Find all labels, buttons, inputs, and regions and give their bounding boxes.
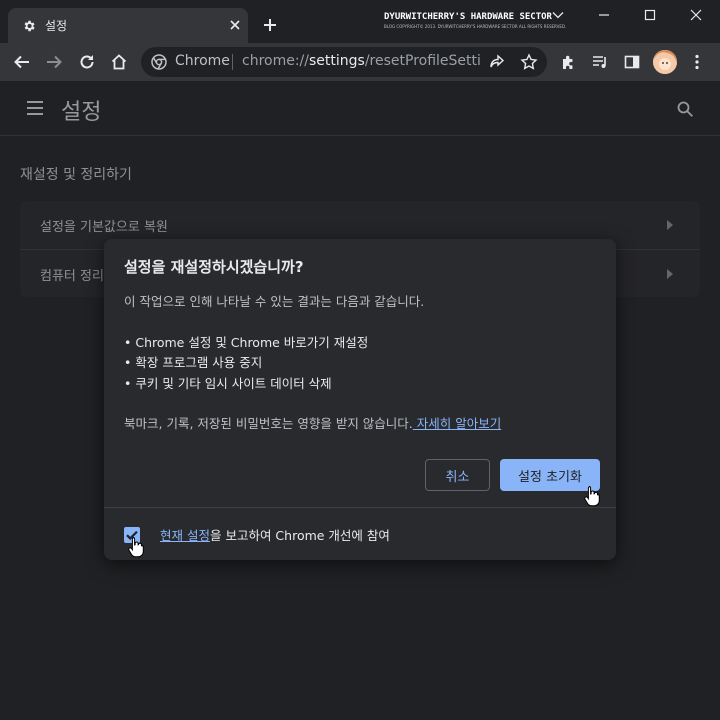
search-icon[interactable] <box>676 100 694 118</box>
bookmark-star-icon[interactable] <box>520 53 538 71</box>
dialog-title: 설정을 재설정하시겠습니까? <box>124 258 304 276</box>
extensions-puzzle-icon[interactable] <box>560 53 578 71</box>
watermark-copyright: BLOG COPYRIGHT© 2013. DYURWITCHERRY'S HA… <box>384 24 567 29</box>
close-window-icon[interactable] <box>689 8 703 22</box>
url-text[interactable]: chrome://settings/resetProfileSettin... <box>242 53 482 69</box>
dialog-bullet: • Chrome 설정 및 Chrome 바로가기 재설정 <box>124 335 369 350</box>
reload-icon[interactable] <box>78 53 96 71</box>
browser-toolbar: Chrome chrome://settings/resetProfileSet… <box>0 43 720 81</box>
chevron-right-icon <box>667 220 673 230</box>
dialog-intro: 이 작업으로 인해 나타날 수 있는 결과는 다음과 같습니다. <box>124 294 425 309</box>
media-controls-icon[interactable] <box>591 53 609 71</box>
tab-title: 설정 <box>45 19 68 33</box>
computer-cleanup-label: 컴퓨터 정리 <box>40 269 104 284</box>
current-settings-link[interactable]: 현재 설정 <box>160 528 210 543</box>
profile-avatar[interactable] <box>653 50 677 74</box>
cancel-button[interactable]: 취소 <box>425 459 490 491</box>
back-arrow-icon[interactable] <box>13 53 31 71</box>
new-tab-icon[interactable] <box>262 17 278 33</box>
url-scheme: chrome:// <box>242 53 309 69</box>
close-tab-icon[interactable] <box>228 18 242 32</box>
settings-title: 설정 <box>61 100 102 125</box>
url-host: settings <box>309 53 365 69</box>
note-text: 북마크, 기록, 저장된 비밀번호는 영향을 받지 않습니다. <box>124 416 413 431</box>
watermark: DYURWITCHERRY'S HARDWARE SECTOR BLOG COP… <box>384 12 567 29</box>
tab-search-chevron-down-icon[interactable] <box>551 8 565 22</box>
chrome-logo-icon <box>151 54 167 70</box>
settings-header: 설정 <box>0 81 720 136</box>
report-settings-label: 을 보고하여 Chrome 개선에 참여 <box>209 528 390 543</box>
dialog-note: 북마크, 기록, 저장된 비밀번호는 영향을 받지 않습니다. 자세히 알아보기 <box>124 413 501 432</box>
watermark-title: DYURWITCHERRY'S HARDWARE SECTOR <box>384 12 552 22</box>
share-icon[interactable] <box>488 53 506 71</box>
url-path: /resetProfileSettin... <box>364 53 482 69</box>
section-title: 재설정 및 정리하기 <box>20 167 132 183</box>
dialog-footer: 현재 설정을 보고하여 Chrome 개선에 참여 <box>104 507 616 561</box>
gear-icon <box>22 19 36 33</box>
dialog-bullet: • 쿠키 및 기타 임시 사이트 데이터 삭제 <box>124 376 332 391</box>
home-icon[interactable] <box>110 53 128 71</box>
address-bar[interactable]: Chrome chrome://settings/resetProfileSet… <box>141 47 547 77</box>
reset-settings-dialog: 설정을 재설정하시겠습니까? 이 작업으로 인해 나타날 수 있는 결과는 다음… <box>104 239 616 560</box>
maximize-icon[interactable] <box>643 8 657 22</box>
hand-cursor-icon <box>584 486 600 507</box>
more-menu-icon[interactable] <box>688 53 706 71</box>
omnibox-separator <box>232 54 233 70</box>
side-panel-icon[interactable] <box>623 53 641 71</box>
report-settings-text: 현재 설정을 보고하여 Chrome 개선에 참여 <box>160 525 390 544</box>
browser-tab[interactable]: 설정 <box>8 8 248 43</box>
site-label: Chrome <box>175 53 230 69</box>
menu-icon[interactable] <box>26 100 44 116</box>
minimize-icon[interactable] <box>597 8 611 22</box>
dialog-bullet: • 확장 프로그램 사용 중지 <box>124 355 263 370</box>
chevron-right-icon <box>667 269 673 279</box>
hand-cursor-icon <box>128 537 144 558</box>
learn-more-link[interactable]: 자세히 알아보기 <box>413 416 501 431</box>
forward-arrow-icon[interactable] <box>45 53 63 71</box>
title-bar: 설정 DYURWITCHERRY'S HARDWARE SECTOR BLOG … <box>0 0 720 43</box>
restore-defaults-label: 설정을 기본값으로 복원 <box>40 220 168 235</box>
